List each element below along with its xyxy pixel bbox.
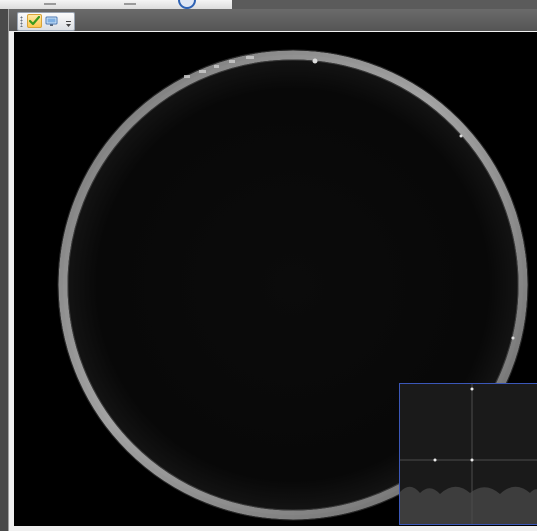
- image-viewport[interactable]: [14, 32, 537, 526]
- accept-button[interactable]: [27, 14, 42, 28]
- status-bar: [9, 526, 537, 531]
- toolbar-grip[interactable]: [20, 16, 23, 27]
- minimap-image: [400, 384, 537, 524]
- toolbar: [9, 9, 537, 31]
- top-strip: [0, 0, 537, 9]
- left-edge: [0, 9, 8, 531]
- toolbar-overflow-button[interactable]: [64, 14, 72, 28]
- monitor-icon: [45, 16, 58, 26]
- top-strip-glyph: [44, 0, 56, 5]
- top-strip-tab-area: [0, 0, 232, 9]
- checkmark-icon: [29, 16, 40, 26]
- image-window: [8, 9, 537, 531]
- minimap-overview[interactable]: [399, 383, 537, 525]
- monitor-button[interactable]: [44, 14, 59, 28]
- chevron-down-icon: [65, 21, 71, 27]
- toolbar-strip: [17, 12, 75, 31]
- top-strip-glyph: [124, 0, 136, 5]
